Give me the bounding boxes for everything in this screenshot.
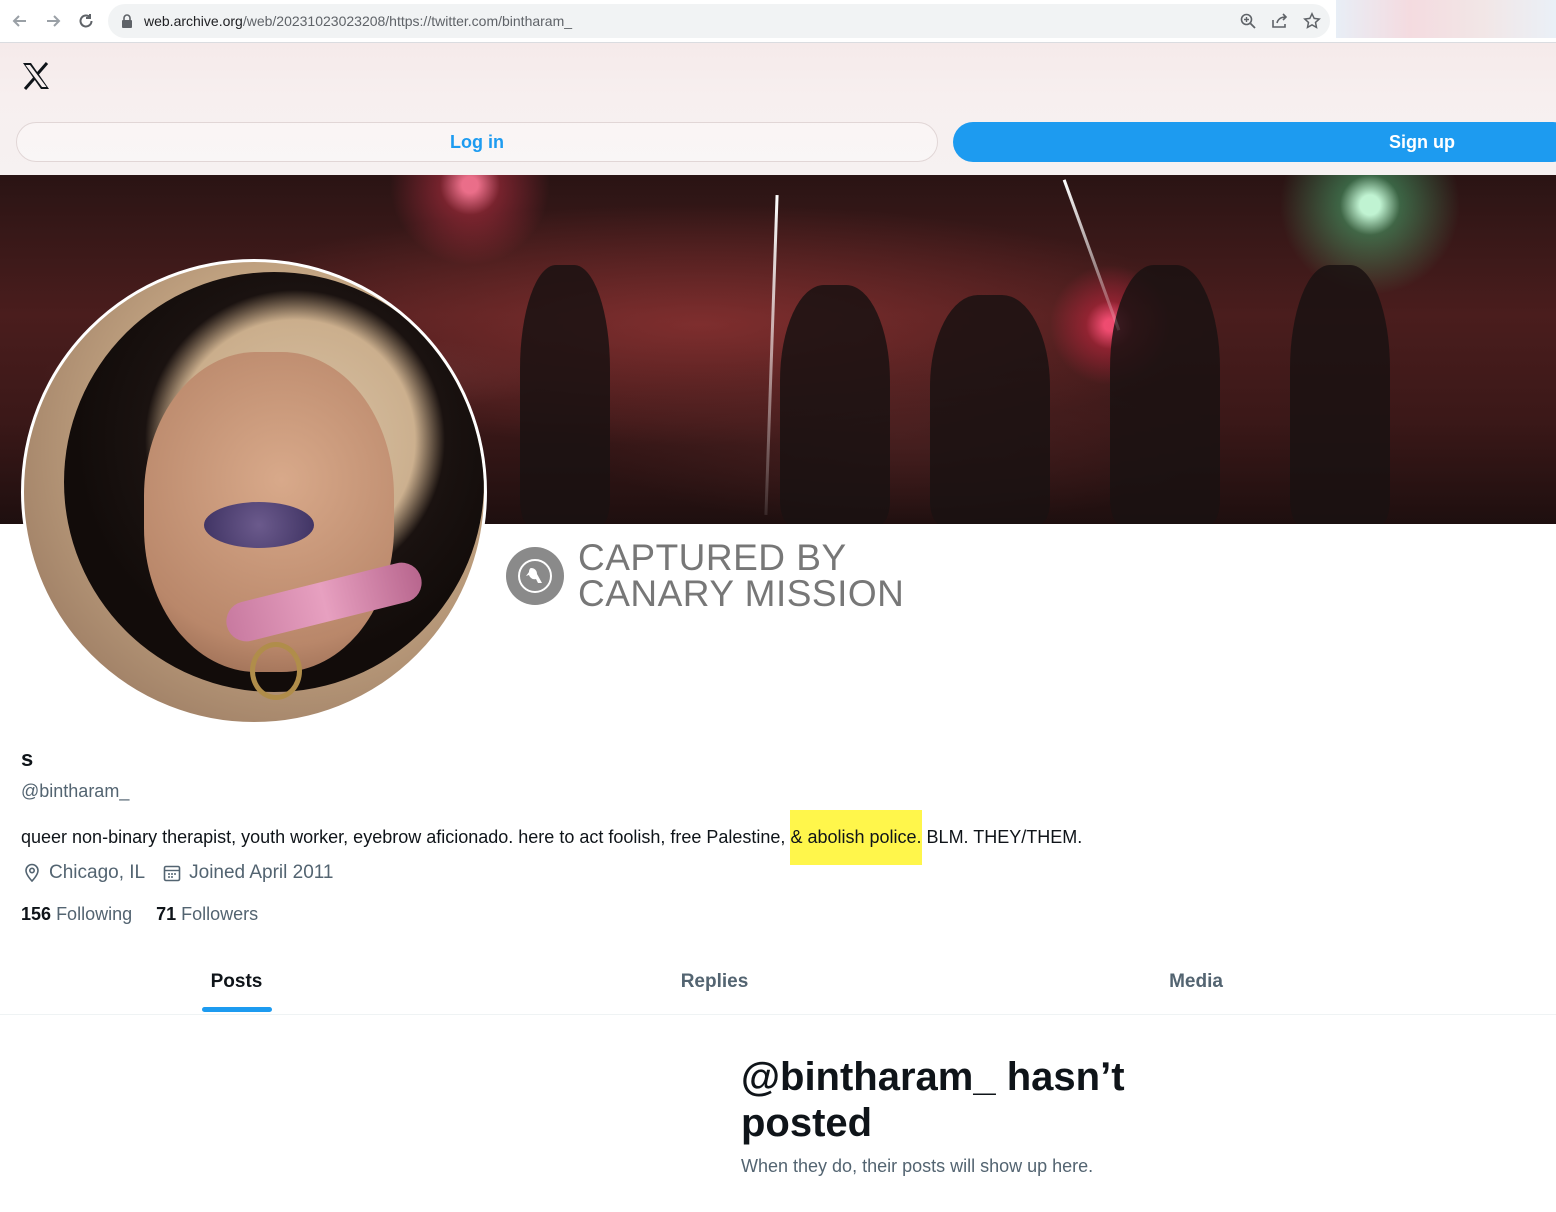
bio-text: queer non-binary therapist, youth worker… xyxy=(21,826,791,847)
avatar-lips xyxy=(204,502,314,548)
bio-text-end: BLM. THEY/THEM. xyxy=(921,826,1083,847)
profile-meta: Chicago, IL Joined April 2011 xyxy=(21,862,350,884)
profile-bio: queer non-binary therapist, youth worker… xyxy=(21,809,1083,865)
profile-avatar[interactable] xyxy=(21,259,487,725)
location-pin-icon xyxy=(21,862,43,884)
share-icon[interactable] xyxy=(1270,11,1290,31)
followers-link[interactable]: 71 Followers xyxy=(156,904,258,925)
following-link[interactable]: 156 Following xyxy=(21,904,132,925)
profile-tabs: Posts Replies Media xyxy=(0,952,1556,1015)
watermark-line2: CANARY MISSION xyxy=(578,573,905,614)
x-logo-icon[interactable] xyxy=(20,60,52,92)
forward-arrow-icon[interactable] xyxy=(41,9,65,33)
tab-replies[interactable]: Replies xyxy=(473,952,956,1012)
banner-figure xyxy=(1110,265,1220,524)
bookmark-star-icon[interactable] xyxy=(1302,11,1322,31)
banner-figure xyxy=(930,295,1050,524)
profile-joined: Joined April 2011 xyxy=(189,862,334,883)
calendar-icon xyxy=(161,862,183,884)
url-text[interactable]: web.archive.org/web/20231023023208/https… xyxy=(144,13,572,29)
signup-label: Sign up xyxy=(1389,131,1455,152)
watermark-line1: CAPTURED BY xyxy=(578,537,847,578)
browser-toolbar: web.archive.org/web/20231023023208/https… xyxy=(0,0,1556,43)
tab-posts[interactable]: Posts xyxy=(0,952,473,1012)
empty-state-title: @bintharam_ hasn’t posted xyxy=(741,1055,1125,1145)
extensions-area xyxy=(1336,0,1556,38)
back-arrow-icon[interactable] xyxy=(8,9,32,33)
login-button[interactable]: Log in xyxy=(16,122,938,162)
profile-stats: 156 Following 71 Followers xyxy=(21,904,282,925)
avatar-ring xyxy=(250,642,302,700)
canary-bird-icon xyxy=(506,547,564,605)
lock-icon xyxy=(120,13,134,29)
reload-icon[interactable] xyxy=(74,9,98,33)
active-tab-indicator xyxy=(202,1007,272,1012)
profile-handle: @bintharam_ xyxy=(21,781,130,801)
empty-state-subtitle: When they do, their posts will show up h… xyxy=(741,1156,1094,1176)
bio-highlight: & abolish police. xyxy=(790,809,922,865)
banner-figure xyxy=(780,285,890,524)
profile-location: Chicago, IL xyxy=(49,862,146,883)
profile-name: s xyxy=(21,746,34,771)
canary-mission-watermark: CAPTURED BY CANARY MISSION xyxy=(506,537,905,614)
address-bar[interactable]: web.archive.org/web/20231023023208/https… xyxy=(108,4,1330,38)
zoom-icon[interactable] xyxy=(1238,11,1258,31)
banner-figure xyxy=(1290,265,1390,524)
tab-media[interactable]: Media xyxy=(956,952,1436,1012)
signup-button[interactable]: Sign up xyxy=(953,122,1556,162)
banner-figure xyxy=(520,265,610,524)
